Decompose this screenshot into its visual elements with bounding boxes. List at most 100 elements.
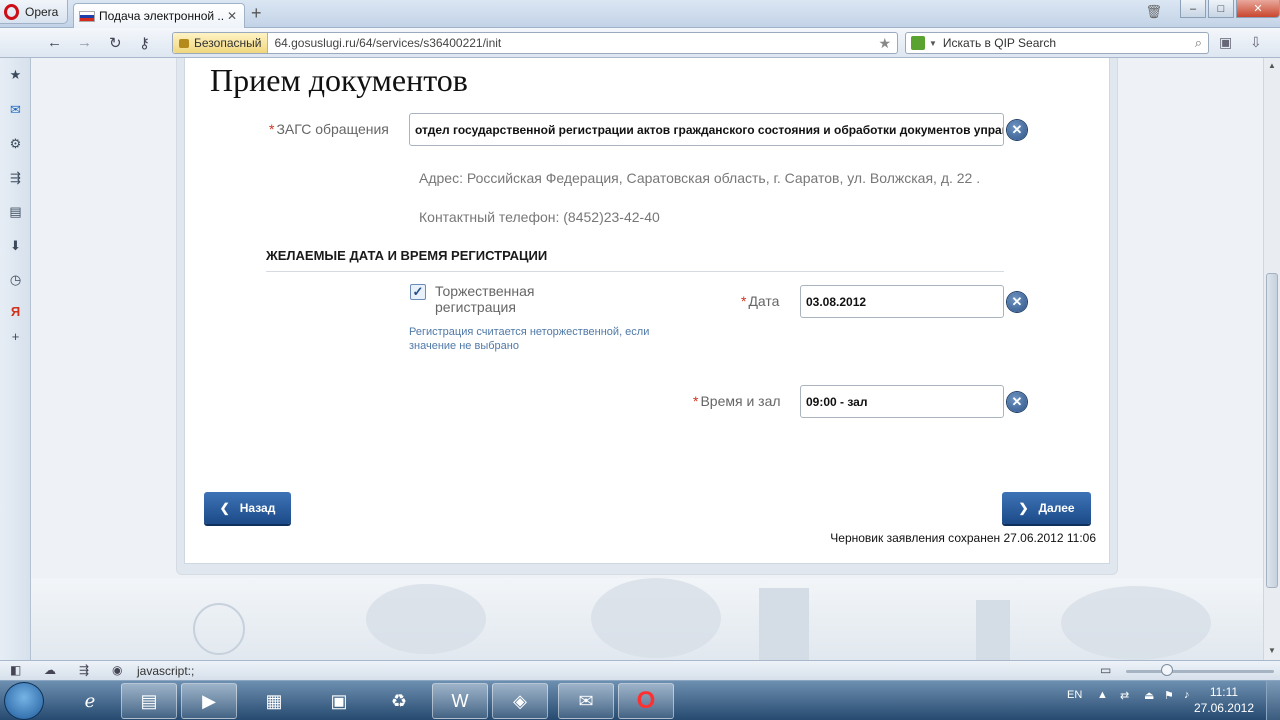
tab-active[interactable]: Подача электронной ... ✕	[73, 3, 245, 28]
tab-bar: Opera Подача электронной ... ✕ + 🗑 – □ ✕	[0, 0, 1280, 28]
bookmark-star-icon[interactable]: ★	[878, 35, 891, 52]
page-viewport: Прием документов * ЗАГС обращения отдел г…	[31, 58, 1263, 660]
forward-arrow-icon[interactable]: →	[77, 34, 92, 51]
search-field[interactable]: ▼ Искать в QIP Search ⌕	[905, 32, 1209, 54]
time-label: * Время и зал	[693, 393, 781, 409]
required-mark: *	[269, 121, 275, 137]
widgets-gear-icon[interactable]: ⚙	[8, 136, 23, 151]
flag-icon[interactable]: ⚑	[1164, 689, 1174, 702]
qip-search-icon[interactable]	[911, 36, 925, 50]
solemn-hint: Регистрация считается неторжественной, е…	[409, 326, 650, 352]
status-text: javascript:;	[137, 664, 195, 678]
section-title: ЖЕЛАЕМЫЕ ДАТА И ВРЕМЯ РЕГИСТРАЦИИ	[266, 248, 1004, 272]
trash-icon[interactable]: 🗑	[1145, 4, 1162, 20]
security-badge[interactable]: Безопасный	[173, 33, 269, 53]
mail-icon[interactable]: ✉	[8, 102, 23, 117]
start-button[interactable]	[4, 682, 44, 720]
new-tab-button[interactable]: +	[251, 4, 262, 22]
scroll-down-icon[interactable]: ▼	[1268, 646, 1276, 655]
turbo-cloud-icon[interactable]: ☁	[44, 664, 58, 676]
media-player-icon[interactable]: ▶	[181, 683, 237, 719]
thunderbird-icon[interactable]: ✉	[558, 683, 614, 719]
zoom-slider[interactable]	[1126, 670, 1274, 673]
zoom-slider-knob[interactable]	[1161, 664, 1173, 676]
wand-key-icon[interactable]: ⚷	[139, 34, 150, 52]
coat-of-arms-logo	[193, 603, 245, 655]
office-tools-icon[interactable]: ▦	[246, 683, 302, 719]
panel-toggle-icon[interactable]: ◧	[10, 664, 24, 676]
url-field[interactable]: Безопасный 64.gosuslugi.ru/64/services/s…	[172, 32, 898, 54]
speed-dial-icon[interactable]: ◉	[112, 664, 126, 676]
page-save-icon[interactable]: ▣	[1219, 34, 1232, 51]
close-window-button[interactable]: ✕	[1236, 0, 1280, 18]
tray-expand-icon[interactable]: ▲	[1097, 689, 1108, 701]
opera-taskbar-icon[interactable]: O	[618, 683, 674, 719]
clear-date-icon[interactable]: ✕	[1007, 292, 1027, 312]
security-label: Безопасный	[194, 36, 262, 50]
zags-address: Адрес: Российская Федерация, Саратовская…	[419, 170, 981, 186]
unite-share-icon[interactable]: ⇶	[8, 170, 23, 185]
notes-icon[interactable]: ▤	[8, 204, 23, 219]
file-explorer-icon[interactable]: ▤	[121, 683, 177, 719]
page-title: Прием документов	[210, 62, 468, 98]
internet-explorer-icon[interactable]: ℯ	[62, 683, 118, 719]
opera-menu-button[interactable]: Opera	[0, 0, 68, 24]
url-text[interactable]: 64.gosuslugi.ru/64/services/s36400221/in…	[268, 36, 501, 50]
next-button[interactable]: ❯ Далее	[1002, 492, 1091, 524]
lock-icon	[179, 38, 189, 48]
opera-logo-icon	[4, 3, 19, 20]
show-desktop-button[interactable]	[1266, 681, 1280, 720]
draft-saved-status: Черновик заявления сохранен 27.06.2012 1…	[830, 531, 1096, 545]
maximize-button[interactable]: □	[1208, 0, 1234, 18]
unite-icon[interactable]: ⇶	[79, 664, 93, 676]
system-clock[interactable]: 11:11 27.06.2012	[1194, 684, 1254, 716]
date-field[interactable]: 03.08.2012	[800, 285, 1004, 318]
search-placeholder: Искать в QIP Search	[942, 36, 1057, 50]
solemn-checkbox[interactable]: ✓	[410, 284, 426, 300]
required-mark: *	[741, 293, 747, 309]
scanner-icon[interactable]: ▣	[311, 683, 367, 719]
view-icon[interactable]: ▭	[1100, 664, 1114, 676]
minimize-button[interactable]: –	[1180, 0, 1206, 18]
required-mark: *	[693, 393, 699, 409]
tab-close-icon[interactable]: ✕	[225, 9, 239, 23]
chevron-left-icon: ❮	[219, 501, 230, 515]
window-controls: – □ ✕	[1180, 0, 1280, 18]
clear-zags-icon[interactable]: ✕	[1007, 120, 1027, 140]
usb-icon[interactable]: ⏏	[1144, 689, 1154, 702]
clock-date: 27.06.2012	[1193, 701, 1254, 715]
time-hall-field[interactable]: 09:00 - зал	[800, 385, 1004, 418]
solemn-checkbox-label[interactable]: Торжественная регистрация	[435, 283, 565, 315]
volume-icon[interactable]: ♪	[1184, 689, 1190, 701]
tab-title: Подача электронной ...	[99, 9, 225, 23]
vertical-scrollbar[interactable]: ▲ ▼	[1263, 58, 1280, 660]
zags-phone: Контактный телефон: (8452)23-42-40	[419, 209, 660, 225]
next-button-label: Далее	[1038, 501, 1075, 515]
downloads-icon[interactable]: ⬇	[8, 238, 23, 253]
back-button[interactable]: ❮ Назад	[204, 492, 291, 524]
address-toolbar: ← → ↻ ⚷ Безопасный 64.gosuslugi.ru/64/se…	[0, 28, 1280, 58]
scroll-up-icon[interactable]: ▲	[1268, 61, 1276, 70]
add-panel-icon[interactable]: +	[8, 329, 23, 344]
virtualbox-icon[interactable]: ◈	[492, 683, 548, 719]
reload-icon[interactable]: ↻	[109, 34, 122, 52]
word-icon[interactable]: W	[432, 683, 488, 719]
yandex-icon[interactable]: Я	[8, 304, 23, 319]
chevron-right-icon: ❯	[1018, 501, 1029, 515]
recycle-icon[interactable]: ♻	[371, 683, 427, 719]
bookmarks-star-icon[interactable]: ★	[8, 67, 23, 82]
zags-select-field[interactable]: отдел государственной регистрации актов …	[409, 113, 1004, 146]
date-label: * Дата	[741, 293, 779, 309]
opera-sidebar: ★ ✉ ⚙ ⇶ ▤ ⬇ ◷ Я +	[0, 58, 31, 660]
scroll-thumb[interactable]	[1266, 273, 1278, 588]
zags-label: * ЗАГС обращения	[269, 121, 389, 137]
history-clock-icon[interactable]: ◷	[8, 272, 23, 287]
search-engine-dropdown-icon[interactable]: ▼	[929, 39, 937, 48]
language-indicator[interactable]: EN	[1067, 689, 1082, 701]
network-icon[interactable]: ⇄	[1120, 689, 1129, 702]
download-icon[interactable]: ⇩	[1250, 34, 1262, 51]
zags-label-text: ЗАГС обращения	[276, 121, 389, 137]
search-icon[interactable]: ⌕	[1195, 35, 1202, 51]
back-arrow-icon[interactable]: ←	[47, 34, 62, 51]
clear-time-icon[interactable]: ✕	[1007, 392, 1027, 412]
